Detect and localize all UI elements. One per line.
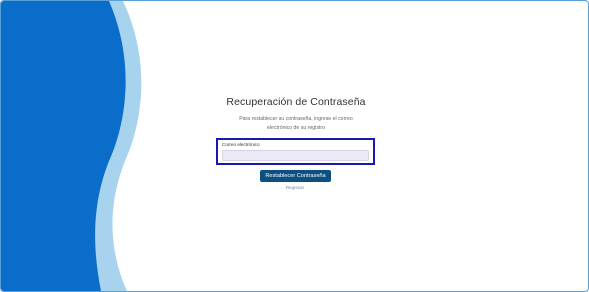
app-frame: Recuperación de Contraseña Para restable…	[0, 0, 589, 292]
back-link[interactable]: Regresar	[271, 185, 319, 190]
email-label: Correo electrónico	[222, 142, 260, 147]
instructions-text: Para restablecer su contraseña, ingrese …	[239, 116, 353, 131]
email-field-group: Correo electrónico	[216, 138, 375, 165]
password-recovery-panel: Recuperación de Contraseña Para restable…	[1, 1, 588, 291]
reset-password-button[interactable]: Restablecer Contraseña	[260, 170, 331, 182]
page-title: Recuperación de Contraseña	[226, 96, 366, 108]
email-input[interactable]	[222, 150, 369, 161]
